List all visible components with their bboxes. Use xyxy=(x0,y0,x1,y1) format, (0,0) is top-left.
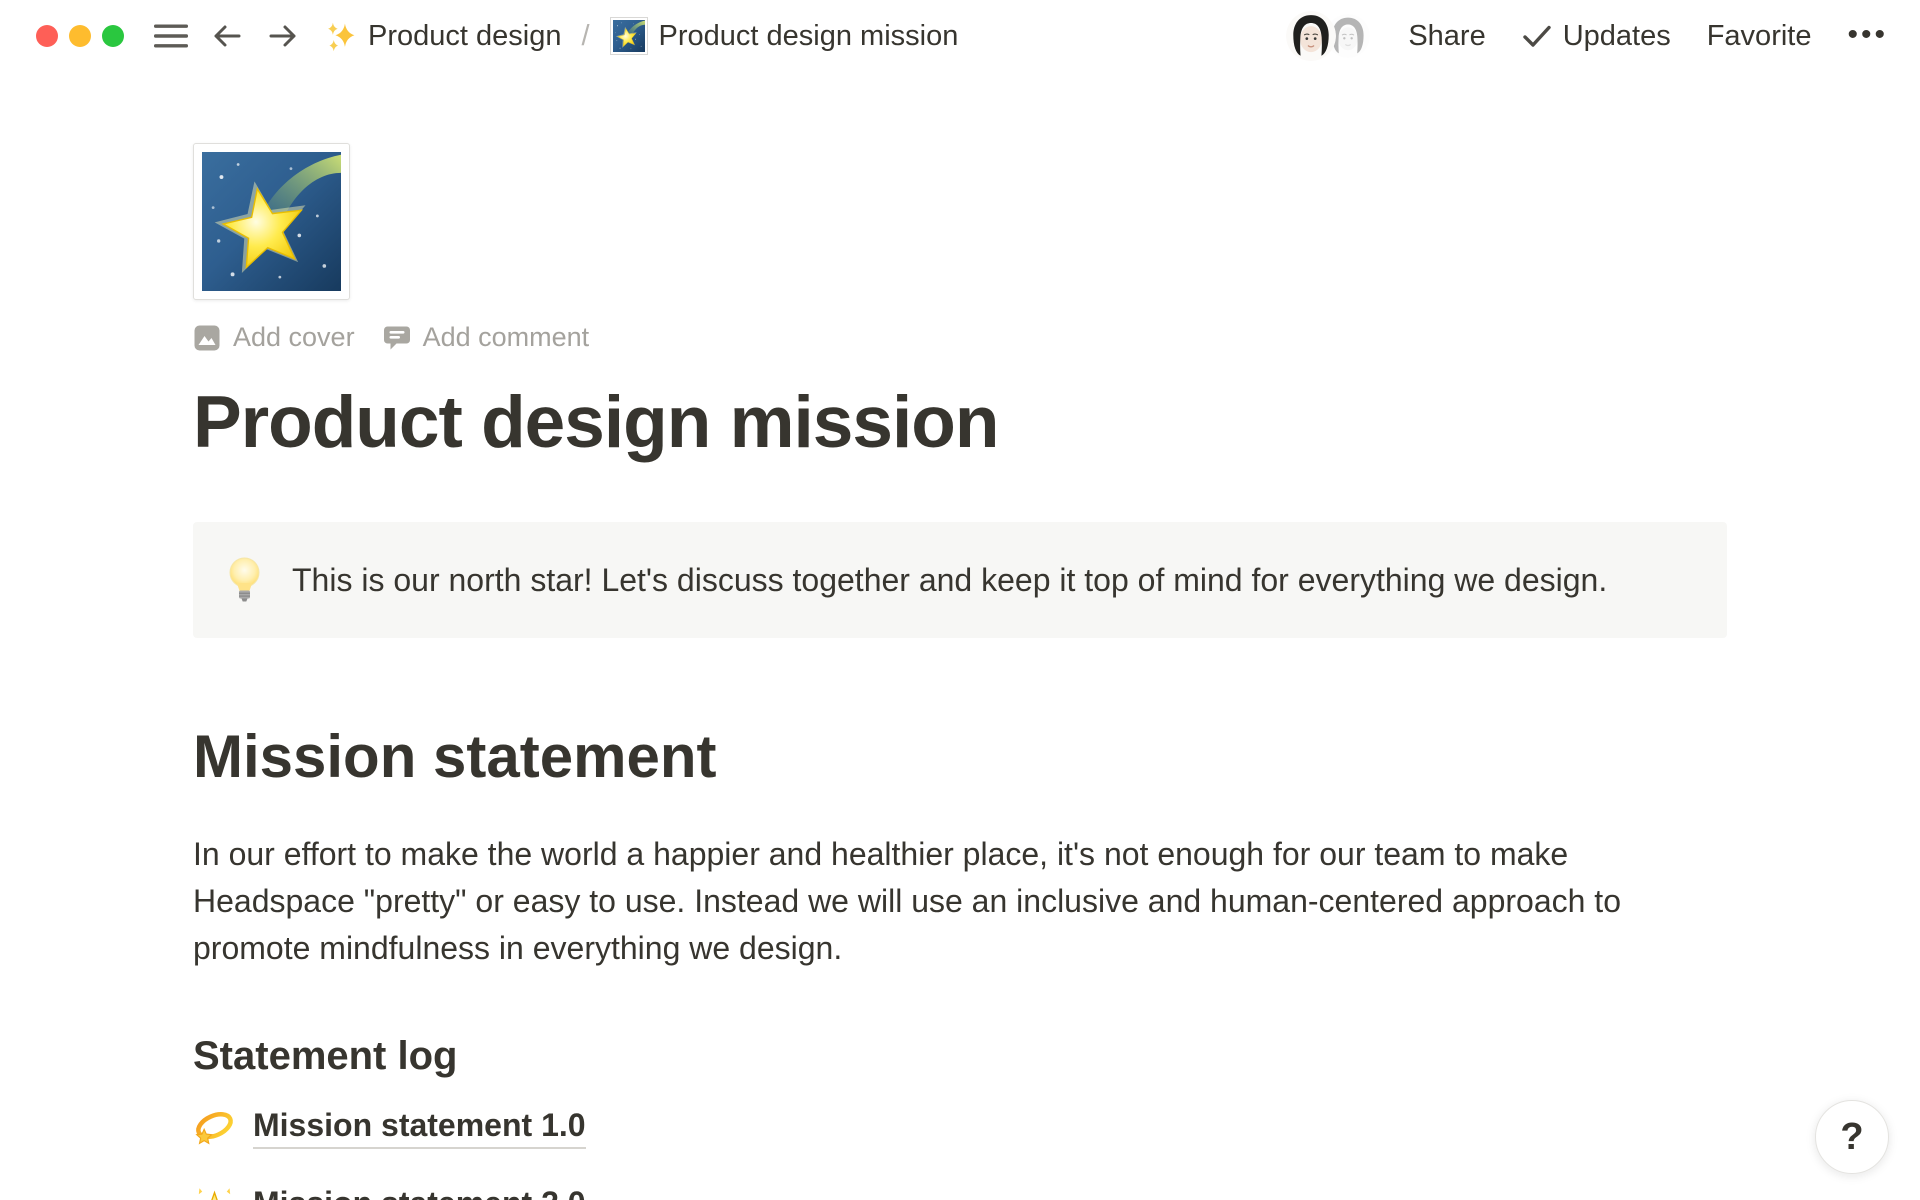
add-comment-label: Add comment xyxy=(423,322,590,353)
mission-statement-paragraph[interactable]: In our effort to make the world a happie… xyxy=(193,831,1727,972)
topbar: Product design / Product design mission … xyxy=(0,0,1920,72)
add-cover-button[interactable]: Add cover xyxy=(193,322,355,353)
user-avatar-front[interactable] xyxy=(1286,11,1336,61)
page-actions: Add cover Add comment xyxy=(193,322,1727,353)
comment-icon xyxy=(383,324,411,352)
close-window-button[interactable] xyxy=(36,25,58,47)
avatar-face-icon xyxy=(1286,11,1336,61)
updates-button[interactable]: Updates xyxy=(1520,16,1673,57)
breadcrumb-item-current[interactable]: Product design mission xyxy=(604,13,965,59)
breadcrumb-current-label: Product design mission xyxy=(659,20,959,53)
presence-avatars xyxy=(1286,10,1374,62)
sidebar-toggle-button[interactable] xyxy=(150,15,192,57)
breadcrumb: Product design / Product design mission xyxy=(320,13,964,59)
page-link-mission-statement-1[interactable]: Mission statement 1.0 xyxy=(193,1099,586,1157)
sparkles-icon xyxy=(326,21,357,52)
light-bulb-icon xyxy=(229,557,260,603)
page-link-mission-statement-2[interactable]: Mission statement 2.0 xyxy=(193,1177,586,1200)
check-icon xyxy=(1522,24,1552,48)
page-icon[interactable] xyxy=(193,143,350,300)
shooting-star-icon xyxy=(202,152,341,291)
help-button[interactable]: ? xyxy=(1815,1100,1889,1174)
favorite-button[interactable]: Favorite xyxy=(1705,16,1814,57)
page-link-label: Mission statement 1.0 xyxy=(253,1107,586,1149)
page-content: Add cover Add comment Product design mis… xyxy=(193,143,1727,1200)
updates-label: Updates xyxy=(1563,20,1671,53)
arrow-left-icon xyxy=(213,24,241,48)
fullscreen-window-button[interactable] xyxy=(102,25,124,47)
back-button[interactable] xyxy=(206,15,248,57)
add-cover-label: Add cover xyxy=(233,322,355,353)
forward-button[interactable] xyxy=(262,15,304,57)
page-title[interactable]: Product design mission xyxy=(193,381,1727,464)
dizzy-star-icon xyxy=(193,1107,236,1150)
ellipsis-icon: ••• xyxy=(1847,18,1888,51)
callout-block[interactable]: This is our north star! Let's discuss to… xyxy=(193,522,1727,638)
page-link-label: Mission statement 2.0 xyxy=(253,1185,586,1200)
hamburger-icon xyxy=(154,24,188,48)
mission-statement-heading[interactable]: Mission statement xyxy=(193,722,1727,791)
help-label: ? xyxy=(1840,1116,1863,1159)
window-controls xyxy=(36,25,124,47)
shooting-star-thumbnail xyxy=(610,17,648,55)
add-comment-button[interactable]: Add comment xyxy=(383,322,590,353)
breadcrumb-item-parent[interactable]: Product design xyxy=(320,16,567,57)
shooting-star-icon xyxy=(613,20,645,52)
glowing-star-icon xyxy=(193,1185,236,1200)
share-button[interactable]: Share xyxy=(1406,16,1487,57)
callout-text: This is our north star! Let's discuss to… xyxy=(292,557,1607,603)
more-options-button[interactable]: ••• xyxy=(1845,16,1890,56)
picture-icon xyxy=(193,324,221,352)
breadcrumb-separator: / xyxy=(579,20,591,53)
breadcrumb-parent-label: Product design xyxy=(368,20,561,53)
arrow-right-icon xyxy=(269,24,297,48)
statement-log-heading[interactable]: Statement log xyxy=(193,1034,1727,1079)
minimize-window-button[interactable] xyxy=(69,25,91,47)
